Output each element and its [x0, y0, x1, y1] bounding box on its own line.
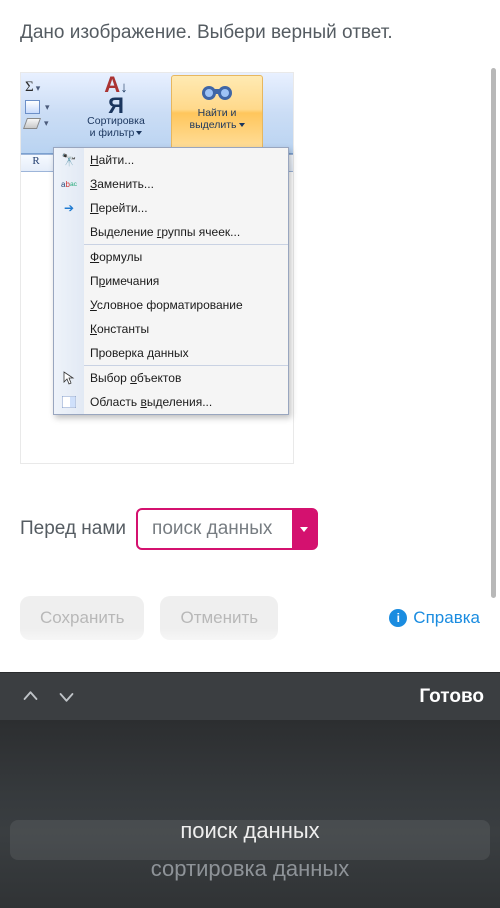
- replace-icon: abac: [61, 176, 77, 192]
- pointer-icon: [61, 370, 77, 386]
- fill-icon: ▾: [25, 100, 65, 114]
- clear-icon: ▾: [25, 118, 65, 129]
- binoculars-icon: [172, 79, 262, 107]
- menu-item-selection-pane: Область выделения...: [54, 390, 288, 414]
- menu-item-conditional-formatting: Условное форматирование: [54, 293, 288, 317]
- keyboard-accessory-bar: Готово: [0, 672, 500, 720]
- reference-screenshot: R Σ▾ ▾ ▾ А↓Я Сортировка и фильтр Найти и…: [20, 72, 294, 464]
- selection-pane-icon: [61, 394, 77, 410]
- binoculars-icon: 🔭: [61, 152, 77, 168]
- menu-item-comments: Примечания: [54, 269, 288, 293]
- save-button[interactable]: Сохранить: [20, 596, 144, 640]
- info-icon: i: [389, 609, 407, 627]
- cancel-button[interactable]: Отменить: [160, 596, 278, 640]
- menu-item-find: 🔭 Найти...: [54, 148, 288, 172]
- grid-col-header: R: [26, 155, 46, 170]
- chevron-down-icon[interactable]: [292, 510, 316, 548]
- done-button[interactable]: Готово: [419, 686, 484, 708]
- menu-item-goto-special: Выделение группы ячеек...: [54, 220, 288, 244]
- picker-selection-band: [10, 820, 490, 860]
- question-text: Дано изображение. Выбери верный ответ.: [20, 22, 480, 44]
- find-select-button: Найти и выделить: [171, 75, 263, 151]
- ribbon: Σ▾ ▾ ▾ А↓Я Сортировка и фильтр Найти и в…: [21, 73, 293, 154]
- menu-item-data-validation: Проверка данных: [54, 341, 288, 365]
- ios-picker[interactable]: поиск данных сортировка данных: [0, 720, 500, 908]
- sort-filter-button: А↓Я Сортировка и фильтр: [76, 76, 156, 139]
- next-field-button[interactable]: [52, 683, 80, 711]
- help-link[interactable]: i Справка: [389, 608, 480, 628]
- prev-field-button[interactable]: [16, 683, 44, 711]
- menu-item-constants: Константы: [54, 317, 288, 341]
- menu-item-replace: abac Заменить...: [54, 172, 288, 196]
- menu-item-goto: ➔ Перейти...: [54, 196, 288, 220]
- find-select-menu: 🔭 Найти... abac Заменить... ➔ Перейти...…: [53, 147, 289, 415]
- autosum-icon: Σ▾: [25, 78, 65, 96]
- scroll-indicator: [491, 68, 496, 598]
- menu-item-formulas: Формулы: [54, 245, 288, 269]
- answer-prefix: Перед нами: [20, 518, 126, 540]
- sort-icon: А↓Я: [76, 76, 156, 115]
- arrow-right-icon: ➔: [61, 200, 77, 216]
- answer-select[interactable]: поиск данных: [136, 508, 318, 550]
- answer-selected-value: поиск данных: [152, 518, 272, 540]
- menu-item-select-objects: Выбор объектов: [54, 366, 288, 390]
